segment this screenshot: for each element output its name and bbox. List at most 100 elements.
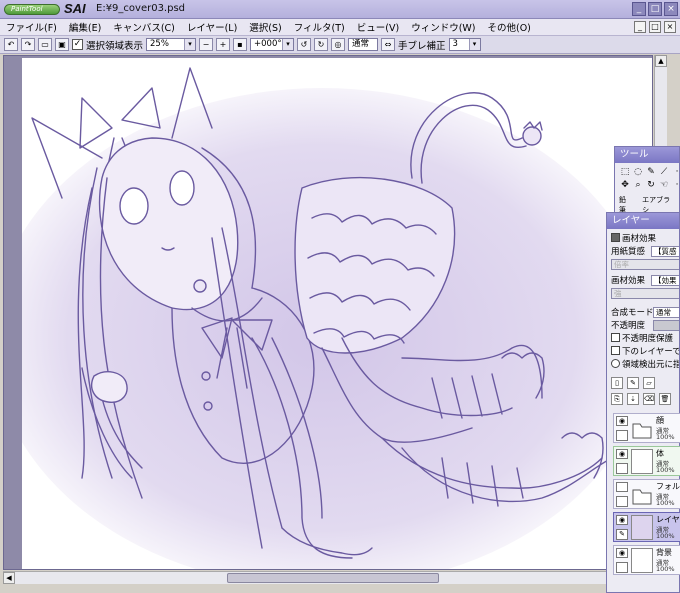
new-folder-icon[interactable]: ▱ [643,377,655,389]
mdi-controls: _ □ × [634,21,676,33]
layer-thumbnail [631,449,653,474]
lock-icon[interactable] [616,463,628,474]
new-layer-icon[interactable]: ▯ [611,377,623,389]
clear-layer-icon[interactable]: ⌫ [643,393,655,405]
lasso-icon[interactable]: ◌ [632,166,644,178]
clipping-checkbox[interactable] [611,346,620,355]
menu-view[interactable]: ビュー(V) [357,20,399,34]
extra-tool-icon-2[interactable]: · [671,179,680,191]
zoom-out-icon[interactable]: − [199,38,214,51]
lock-icon[interactable] [616,562,628,573]
layer-opacity: 100% [656,565,675,573]
zoom-in-icon[interactable]: + [216,38,231,51]
flip-icon[interactable]: ⇔ [381,38,396,51]
zoom-icon[interactable]: ⌕ [632,179,644,191]
rect-select-icon[interactable]: ⬚ [619,166,631,178]
paper-scale-field[interactable]: 倍率 [611,259,679,270]
eyedropper-icon[interactable]: ⟋ [658,166,670,178]
chevron-down-icon: ▾ [282,39,294,50]
menu-edit[interactable]: 編集(E) [69,20,101,34]
selection-source-label: 領域検出元に指定 [622,360,679,370]
menu-select[interactable]: 選択(S) [249,20,281,34]
undo-icon[interactable]: ↶ [4,38,18,51]
rotate-icon[interactable]: ↻ [645,179,657,191]
merge-down-icon[interactable]: ⇣ [627,393,639,405]
layer-item-selected[interactable]: ◉ ✎ レイヤー 通常 100% [613,512,680,542]
hand-icon[interactable]: ☜ [658,179,670,191]
eye-icon[interactable]: ◉ [616,449,628,459]
eye-icon[interactable]: ◉ [616,416,628,426]
blend-mode-select[interactable]: 通常 [653,307,679,318]
selection-visible-checkbox[interactable]: ✓ [72,39,83,50]
layer-item[interactable]: ◉ 背景 通常 100% [613,545,680,575]
clipping-label: 下のレイヤーでクリッピング [622,347,679,357]
menu-layer[interactable]: レイヤー(L) [187,20,237,34]
paper-texture-row: 用紙質感 【質感 [607,245,679,258]
redo-icon[interactable]: ↷ [21,38,35,51]
eye-icon[interactable]: ◉ [616,515,628,525]
move-icon[interactable]: ✥ [619,179,631,191]
effect-select[interactable]: 【効果 [651,275,679,286]
rotation-select[interactable]: +000° ▾ [250,38,295,51]
close-button[interactable]: × [664,2,678,16]
layer-item[interactable]: ◉ 体 通常 100% [613,446,680,476]
minimize-button[interactable]: _ [632,2,646,16]
menu-file[interactable]: ファイル(F) [6,20,57,34]
mdi-restore-button[interactable]: □ [649,21,661,33]
protect-opacity-row[interactable]: 不透明度保護 [607,332,679,345]
paper-texture-label: 用紙質感 [611,247,646,257]
eye-icon[interactable] [616,482,628,492]
extra-tool-icon[interactable]: · [671,166,680,178]
logo-paint: PaintTool [4,4,60,15]
horizontal-scrollbar[interactable]: ◀ ▶ [3,571,653,584]
folder-icon [631,416,653,441]
selection-source-radio[interactable] [611,359,620,368]
scroll-up-icon[interactable]: ▲ [655,55,667,67]
rotate-left-icon[interactable]: ↺ [297,38,312,51]
tool-grid: ⬚ ◌ ✎ ⟋ · ✥ ⌕ ↻ ☜ · [615,163,679,194]
new-linked-layer-icon[interactable]: ✎ [627,377,639,389]
scrollbar-thumb[interactable] [227,573,439,583]
delete-layer-icon[interactable]: 🗑 [659,393,671,405]
effect-strength-field[interactable]: 強 [611,288,679,299]
mdi-minimize-button[interactable]: _ [634,21,646,33]
invert-selection-icon[interactable]: ▣ [55,38,69,51]
canvas[interactable] [4,58,652,569]
lock-icon[interactable] [616,496,628,507]
magic-wand-icon[interactable]: ✎ [645,166,657,178]
layer-list: ◉ 顔 通常 100% ◉ 体 通常 100% フォルダ 通常 100% [613,413,680,578]
scroll-left-icon[interactable]: ◀ [3,572,15,584]
logo-sai: SAI [64,1,86,16]
tool-panel-title: ツール [615,147,679,163]
menu-canvas[interactable]: キャンバス(C) [113,20,175,34]
brush-icon[interactable]: ✎ [616,529,628,540]
layer-opacity: 100% [656,532,675,540]
copy-layer-icon[interactable]: ⎘ [611,393,623,405]
lock-icon[interactable] [616,430,628,441]
effect-row: 画材効果 【効果 [607,274,679,287]
texture-section-header[interactable]: 画材効果 [607,232,679,245]
eye-icon[interactable]: ◉ [616,548,628,558]
layer-item[interactable]: ◉ 顔 通常 100% [613,413,680,443]
menu-window[interactable]: ウィンドウ(W) [411,20,475,34]
opacity-slider[interactable] [653,320,679,331]
deselect-icon[interactable]: ▭ [38,38,52,51]
menu-filter[interactable]: フィルタ(T) [294,20,345,34]
stabilizer-select[interactable]: 3 ▾ [448,38,481,51]
maximize-button[interactable]: □ [648,2,662,16]
view-blend-select[interactable]: 通常 [348,38,379,51]
menu-other[interactable]: その他(O) [488,20,531,34]
layer-item[interactable]: フォルダ 通常 100% [613,479,680,509]
rotate-reset-icon[interactable]: ◎ [331,38,346,51]
clipping-row[interactable]: 下のレイヤーでクリッピング [607,345,679,358]
mdi-close-button[interactable]: × [664,21,676,33]
protect-opacity-checkbox[interactable] [611,333,620,342]
selection-source-row[interactable]: 領域検出元に指定 [607,358,679,371]
paper-texture-select[interactable]: 【質感 [651,246,679,257]
opacity-label: 不透明度 [611,321,646,331]
layer-opacity: 100% [656,466,675,474]
rotate-right-icon[interactable]: ↻ [314,38,329,51]
layer-actions-row1: ▯ ✎ ▱ [607,375,679,391]
zoom-reset-icon[interactable]: ▪ [233,38,248,51]
zoom-select[interactable]: 25% ▾ [146,38,197,51]
